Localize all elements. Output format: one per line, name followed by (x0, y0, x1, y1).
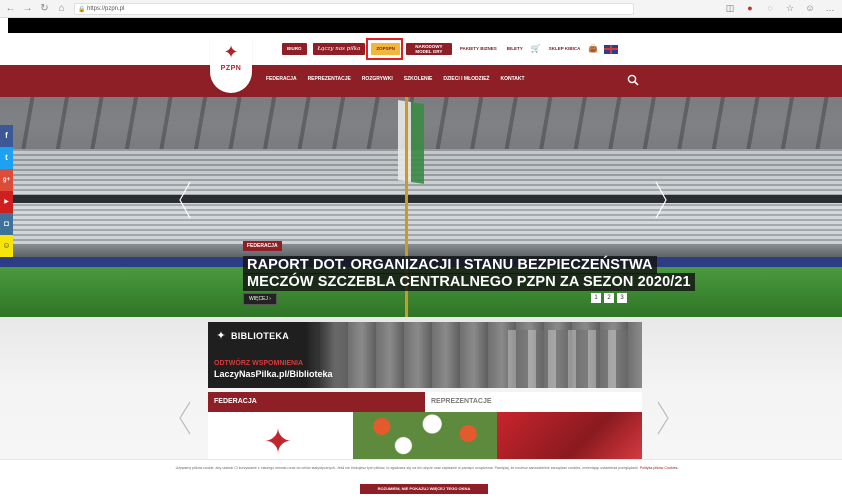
address-bar[interactable]: 🔒 https://pzpn.pl (74, 2, 634, 15)
hero-page-3[interactable]: 3 (617, 293, 627, 303)
shop-bag-icon[interactable]: 👜 (588, 43, 598, 55)
hero-headline-line-1[interactable]: RAPORT DOT. ORGANIZACJI I STANU BEZPIECZ… (243, 256, 657, 274)
biblioteka-logo: ✦ BIBLIOTEKA (214, 329, 289, 343)
hero-more-label: WIĘCEJ (249, 296, 268, 302)
biblioteka-url[interactable]: LaczyNasPilka.pl/Biblioteka (214, 369, 333, 379)
facebook-icon[interactable]: f (0, 125, 13, 147)
favorite-icon[interactable]: ☆ (784, 2, 796, 14)
profile-icon[interactable]: ☺ (804, 2, 816, 14)
hero-page-2[interactable]: 2 (604, 293, 614, 303)
pzpn-logo[interactable]: ✦ PZPN (210, 38, 252, 93)
back-icon[interactable]: ← (4, 2, 17, 15)
biblioteka-banner[interactable]: ✦ BIBLIOTEKA ODTWÓRZ WSPOMNIENIA LaczyNa… (208, 322, 642, 388)
url-text: https://pzpn.pl (87, 5, 125, 12)
hero-more-button[interactable]: WIĘCEJ › (243, 293, 277, 305)
top-link-bilety[interactable]: BILETY (505, 43, 525, 55)
hero-page-1[interactable]: 1 (591, 293, 601, 303)
refresh-icon[interactable]: ↻ (38, 2, 51, 15)
top-link-narodowy-model-gry[interactable]: NARODOWY MODEL GRY PZPN (405, 43, 452, 59)
forward-icon[interactable]: → (21, 2, 34, 15)
more-icon[interactable]: … (824, 2, 836, 14)
hero-next-arrow-icon[interactable] (654, 180, 668, 220)
nav-kontakt[interactable]: KONTAKT (500, 76, 524, 82)
news-card[interactable] (352, 412, 498, 460)
news-cards: ✦ (208, 412, 643, 460)
cookie-message: Używamy plików cookie, aby ułatwić Ci ko… (175, 466, 639, 470)
browser-toolbar: ← → ↻ ⌂ 🔒 https://pzpn.pl ◫ ● ◌ ☆ ☺ … (0, 0, 842, 18)
eagle-emblem-icon: ✦ (263, 423, 293, 460)
tab-reprezentacje[interactable]: REPREZENTACJE (425, 392, 642, 412)
nav-reprezentacje[interactable]: REPREZENTACJE (308, 76, 351, 82)
hero-pager: 1 2 3 (591, 293, 627, 303)
cookie-accept-button[interactable]: ROZUMIEM, NIE POKAZUJ WIĘCEJ TEGO OKNA (360, 484, 488, 494)
cookie-policy-link[interactable]: Polityka plików Cookies. (640, 466, 679, 470)
top-links: BIURO Łączy nas piłka ZOPSPN NARODOWY MO… (282, 43, 619, 59)
eagle-icon: ✦ (223, 42, 239, 62)
cards-prev-arrow-icon[interactable] (178, 400, 192, 436)
news-card[interactable]: ✦ (208, 412, 353, 460)
banner-photo (508, 330, 628, 388)
biblioteka-word: BIBLIOTEKA (231, 331, 289, 341)
nav-szkolenie[interactable]: SZKOLENIE (404, 76, 433, 82)
search-icon[interactable] (627, 74, 639, 86)
twitter-icon[interactable]: t (0, 147, 13, 169)
reader-icon[interactable]: ◫ (724, 2, 736, 14)
extension-icon[interactable]: ◌ (764, 2, 776, 14)
top-link-laczy-nas-pilka[interactable]: Łączy nas piłka (312, 43, 366, 55)
logo-text: PZPN (220, 65, 242, 72)
shield-icon[interactable]: ● (744, 2, 756, 14)
instagram-icon[interactable]: ◘ (0, 213, 13, 235)
main-nav-items: FEDERACJA REPREZENTACJE ROZGRYWKI SZKOLE… (266, 76, 525, 82)
highlight-annotation (366, 38, 403, 60)
biblioteka-cta: ODTWÓRZ WSPOMNIENIA (214, 360, 304, 367)
top-link-pakiety-biznes[interactable]: PAKIETY BIZNES (458, 43, 499, 55)
news-card[interactable] (497, 412, 643, 460)
snapchat-icon[interactable]: ☺ (0, 235, 13, 257)
redacted-bar (8, 18, 842, 33)
lock-icon: 🔒 (78, 6, 86, 13)
hero-prev-arrow-icon[interactable] (178, 180, 192, 220)
nav-dzieci-i-mlodziez[interactable]: DZIECI I MŁODZIEŻ (443, 76, 489, 82)
top-link-biuro[interactable]: BIURO (282, 43, 307, 55)
tab-federacja[interactable]: FEDERACJA (208, 392, 425, 412)
cart-icon[interactable]: 🛒 (531, 43, 541, 55)
social-sidebar: f t g+ ▶ ◘ ☺ (0, 125, 13, 257)
top-link-sklep-kibica[interactable]: SKLEP KIBICA (547, 43, 583, 55)
news-tabs: FEDERACJA REPREZENTACJE (208, 392, 642, 412)
stadium-tier (0, 195, 842, 203)
nav-federacja[interactable]: FEDERACJA (266, 76, 297, 82)
hero-headline-line-2[interactable]: MECZÓW SZCZEBLA CENTRALNEGO PZPN ZA SEZO… (243, 273, 695, 291)
cards-next-arrow-icon[interactable] (656, 400, 670, 436)
youtube-icon[interactable]: ▶ (0, 191, 13, 213)
home-icon[interactable]: ⌂ (55, 2, 68, 15)
google-plus-icon[interactable]: g+ (0, 169, 13, 191)
cookie-text: Używamy plików cookie, aby ułatwić Ci ko… (72, 466, 782, 471)
hero-category-tag[interactable]: FEDERACJA (243, 241, 282, 251)
corner-flag (398, 100, 424, 184)
nav-rozgrywki[interactable]: ROZGRYWKI (362, 76, 393, 82)
eagle-icon: ✦ (216, 330, 226, 342)
english-flag-icon[interactable] (604, 44, 619, 54)
